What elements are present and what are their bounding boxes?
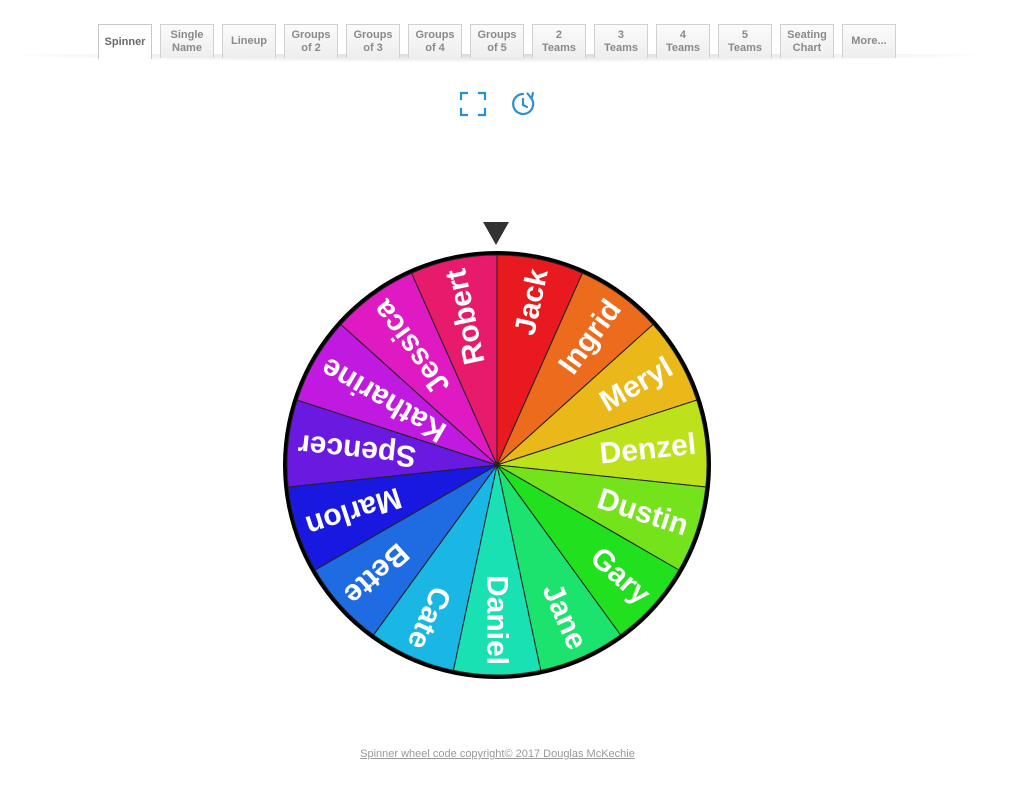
tab-list: Spinner Single Name Lineup Groups of 2 Group… — [98, 24, 896, 59]
tab-more[interactable]: More... — [842, 24, 896, 58]
tab-groups-of-4[interactable]: Groups of 4 — [408, 24, 462, 58]
tab-spinner[interactable]: Spinner — [98, 24, 152, 59]
timer-icon[interactable] — [509, 91, 537, 117]
tab-4-teams[interactable]: 4 Teams — [656, 24, 710, 58]
copyright-link[interactable]: Spinner wheel code copyright© 2017 Dougl… — [0, 748, 995, 760]
fullscreen-icon[interactable] — [459, 91, 487, 117]
tab-3-teams[interactable]: 3 Teams — [594, 24, 648, 58]
tab-seating-chart[interactable]: Seating Chart — [780, 24, 834, 58]
tab-groups-of-2[interactable]: Groups of 2 — [284, 24, 338, 58]
tab-5-teams[interactable]: 5 Teams — [718, 24, 772, 58]
tab-lineup[interactable]: Lineup — [222, 24, 276, 58]
spinner-wheel[interactable]: JackIngridMerylDenzelDustinGaryJaneDanie… — [279, 247, 715, 683]
wheel-pointer-icon — [483, 222, 509, 245]
tab-single-name[interactable]: Single Name — [160, 24, 214, 58]
tab-2-teams[interactable]: 2 Teams — [532, 24, 586, 58]
tab-groups-of-3[interactable]: Groups of 3 — [346, 24, 400, 58]
wheel-label-daniel: Daniel — [481, 575, 514, 665]
page: Spinner Single Name Lineup Groups of 2 Group… — [0, 0, 1036, 805]
tab-groups-of-5[interactable]: Groups of 5 — [470, 24, 524, 58]
tab-bar: Spinner Single Name Lineup Groups of 2 Group… — [0, 0, 1036, 62]
